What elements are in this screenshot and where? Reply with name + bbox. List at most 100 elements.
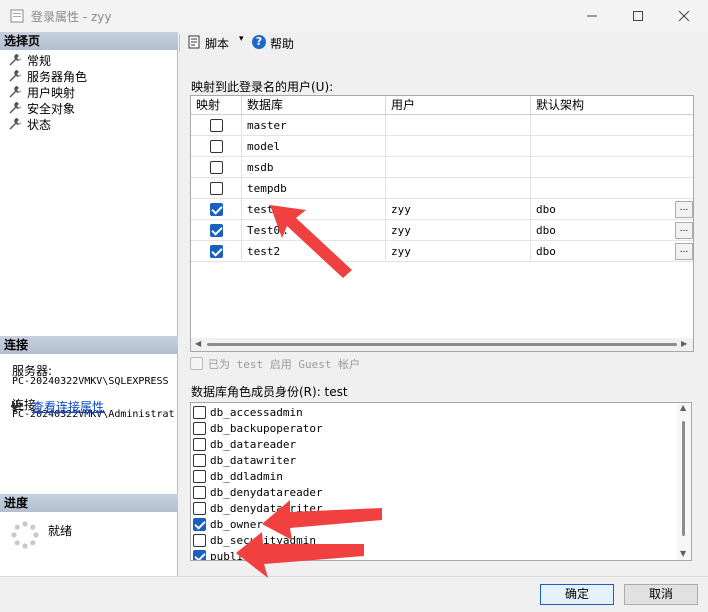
- page-item-label: 状态: [27, 117, 52, 132]
- guest-enabled-label: 已为 test 启用 Guest 帐户: [208, 358, 361, 371]
- role-checkbox[interactable]: [193, 518, 206, 531]
- role-item[interactable]: db_datareader: [191, 437, 681, 453]
- grid-row[interactable]: Test0… zyy dbo...: [191, 220, 693, 241]
- role-checkbox[interactable]: [193, 534, 206, 547]
- scroll-down-icon[interactable]: ▼: [680, 549, 686, 558]
- guest-enabled-checkbox[interactable]: [190, 357, 203, 370]
- close-button[interactable]: [661, 0, 707, 32]
- empty-grid-row: [191, 283, 693, 304]
- user-cell[interactable]: zyy: [386, 220, 531, 241]
- col-header-map[interactable]: 映射: [191, 96, 242, 115]
- vertical-scrollbar-thumb[interactable]: [682, 421, 685, 536]
- col-header-user[interactable]: 用户: [386, 96, 531, 115]
- vertical-scrollbar[interactable]: ▲ ▼: [677, 403, 691, 560]
- map-checkbox[interactable]: [210, 224, 223, 237]
- role-checkbox[interactable]: [193, 438, 206, 451]
- user-cell[interactable]: zyy: [386, 199, 531, 220]
- schema-browse-button[interactable]: ...: [675, 222, 693, 239]
- role-item[interactable]: db_accessadmin: [191, 405, 681, 421]
- grid-row[interactable]: test2 zyy dbo...: [191, 241, 693, 262]
- horizontal-scrollbar[interactable]: ◀ ▶: [191, 338, 693, 351]
- progress-header: 进度: [0, 494, 178, 512]
- grid-row[interactable]: tempdb: [191, 178, 693, 199]
- ok-button[interactable]: 确定: [540, 584, 614, 605]
- schema-browse-button[interactable]: ...: [675, 243, 693, 260]
- page-item-server-roles[interactable]: 服务器角色: [8, 68, 87, 84]
- window-title: 登录属性 - zyy: [31, 10, 112, 24]
- map-checkbox[interactable]: [210, 161, 223, 174]
- script-button[interactable]: 脚本: [205, 35, 229, 52]
- role-item[interactable]: db_denydatawriter: [191, 501, 681, 517]
- role-name: db_securityadmin: [210, 534, 316, 547]
- scroll-right-icon[interactable]: ▶: [681, 339, 687, 348]
- role-checkbox[interactable]: [193, 486, 206, 499]
- role-checkbox[interactable]: [193, 502, 206, 515]
- role-checkbox[interactable]: [193, 550, 206, 560]
- default-schema-cell[interactable]: [531, 136, 693, 157]
- horizontal-scrollbar-thumb[interactable]: [207, 343, 677, 346]
- progress-status: 就绪: [48, 524, 73, 538]
- map-checkbox[interactable]: [210, 182, 223, 195]
- user-cell[interactable]: [386, 136, 531, 157]
- schema-browse-button[interactable]: ...: [675, 201, 693, 218]
- user-cell[interactable]: [386, 115, 531, 136]
- grid-row[interactable]: test zyy dbo...: [191, 199, 693, 220]
- grid-row[interactable]: master: [191, 115, 693, 136]
- app-icon: [10, 9, 24, 23]
- script-dropdown-icon[interactable]: ▾: [239, 34, 244, 44]
- role-item[interactable]: db_denydatareader: [191, 485, 681, 501]
- database-cell: msdb: [242, 157, 386, 178]
- default-schema-cell[interactable]: [531, 157, 693, 178]
- scroll-left-icon[interactable]: ◀: [195, 339, 201, 348]
- default-schema-cell[interactable]: [531, 178, 693, 199]
- role-item[interactable]: db_ddladmin: [191, 469, 681, 485]
- scroll-up-icon[interactable]: ▲: [680, 403, 686, 412]
- map-checkbox[interactable]: [210, 119, 223, 132]
- map-checkbox[interactable]: [210, 140, 223, 153]
- page-item-general[interactable]: 常规: [8, 52, 51, 68]
- role-item[interactable]: db_securityadmin: [191, 533, 681, 549]
- role-checkbox[interactable]: [193, 454, 206, 467]
- page-item-label: 用户映射: [27, 85, 76, 100]
- database-cell: test: [242, 199, 386, 220]
- left-panel: 选择页 常规 服务器角色 用户映射 安全对象 状态 连接 服务器: PC-202…: [0, 32, 178, 576]
- col-header-default-schema[interactable]: 默认架构: [531, 96, 693, 115]
- user-cell[interactable]: [386, 157, 531, 178]
- cancel-button[interactable]: 取消: [624, 584, 698, 605]
- page-item-user-mapping[interactable]: 用户映射: [8, 84, 75, 100]
- role-name: db_datareader: [210, 438, 297, 451]
- minimize-button[interactable]: [569, 0, 615, 32]
- role-item[interactable]: public: [191, 549, 681, 560]
- grid-row[interactable]: model: [191, 136, 693, 157]
- map-checkbox[interactable]: [210, 203, 223, 216]
- toolbar-grip: [179, 34, 180, 52]
- maximize-button[interactable]: [615, 0, 661, 32]
- default-schema-cell[interactable]: [531, 115, 693, 136]
- role-checkbox[interactable]: [193, 406, 206, 419]
- database-cell: test2: [242, 241, 386, 262]
- user-cell[interactable]: zyy: [386, 241, 531, 262]
- user-cell[interactable]: [386, 178, 531, 199]
- page-item-status[interactable]: 状态: [8, 116, 51, 132]
- map-checkbox[interactable]: [210, 245, 223, 258]
- role-checkbox[interactable]: [193, 422, 206, 435]
- role-item[interactable]: db_datawriter: [191, 453, 681, 469]
- wrench-icon: [9, 70, 21, 82]
- col-header-database[interactable]: 数据库: [242, 96, 386, 115]
- help-icon[interactable]: ?: [252, 35, 266, 49]
- role-item[interactable]: db_backupoperator: [191, 421, 681, 437]
- empty-grid-row: [191, 262, 693, 283]
- role-item[interactable]: db_owner: [191, 517, 681, 533]
- view-connection-properties-link[interactable]: 查看连接属性: [32, 398, 104, 415]
- role-name: db_ddladmin: [210, 470, 283, 483]
- grid-row[interactable]: msdb: [191, 157, 693, 178]
- default-schema-cell[interactable]: dbo: [531, 220, 693, 241]
- map-cell: [191, 136, 242, 157]
- role-name: db_denydatareader: [210, 486, 323, 499]
- page-item-securables[interactable]: 安全对象: [8, 100, 75, 116]
- progress-spinner-icon: [11, 521, 39, 549]
- help-button[interactable]: 帮助: [270, 35, 294, 52]
- role-checkbox[interactable]: [193, 470, 206, 483]
- default-schema-cell[interactable]: dbo: [531, 199, 693, 220]
- default-schema-cell[interactable]: dbo: [531, 241, 693, 262]
